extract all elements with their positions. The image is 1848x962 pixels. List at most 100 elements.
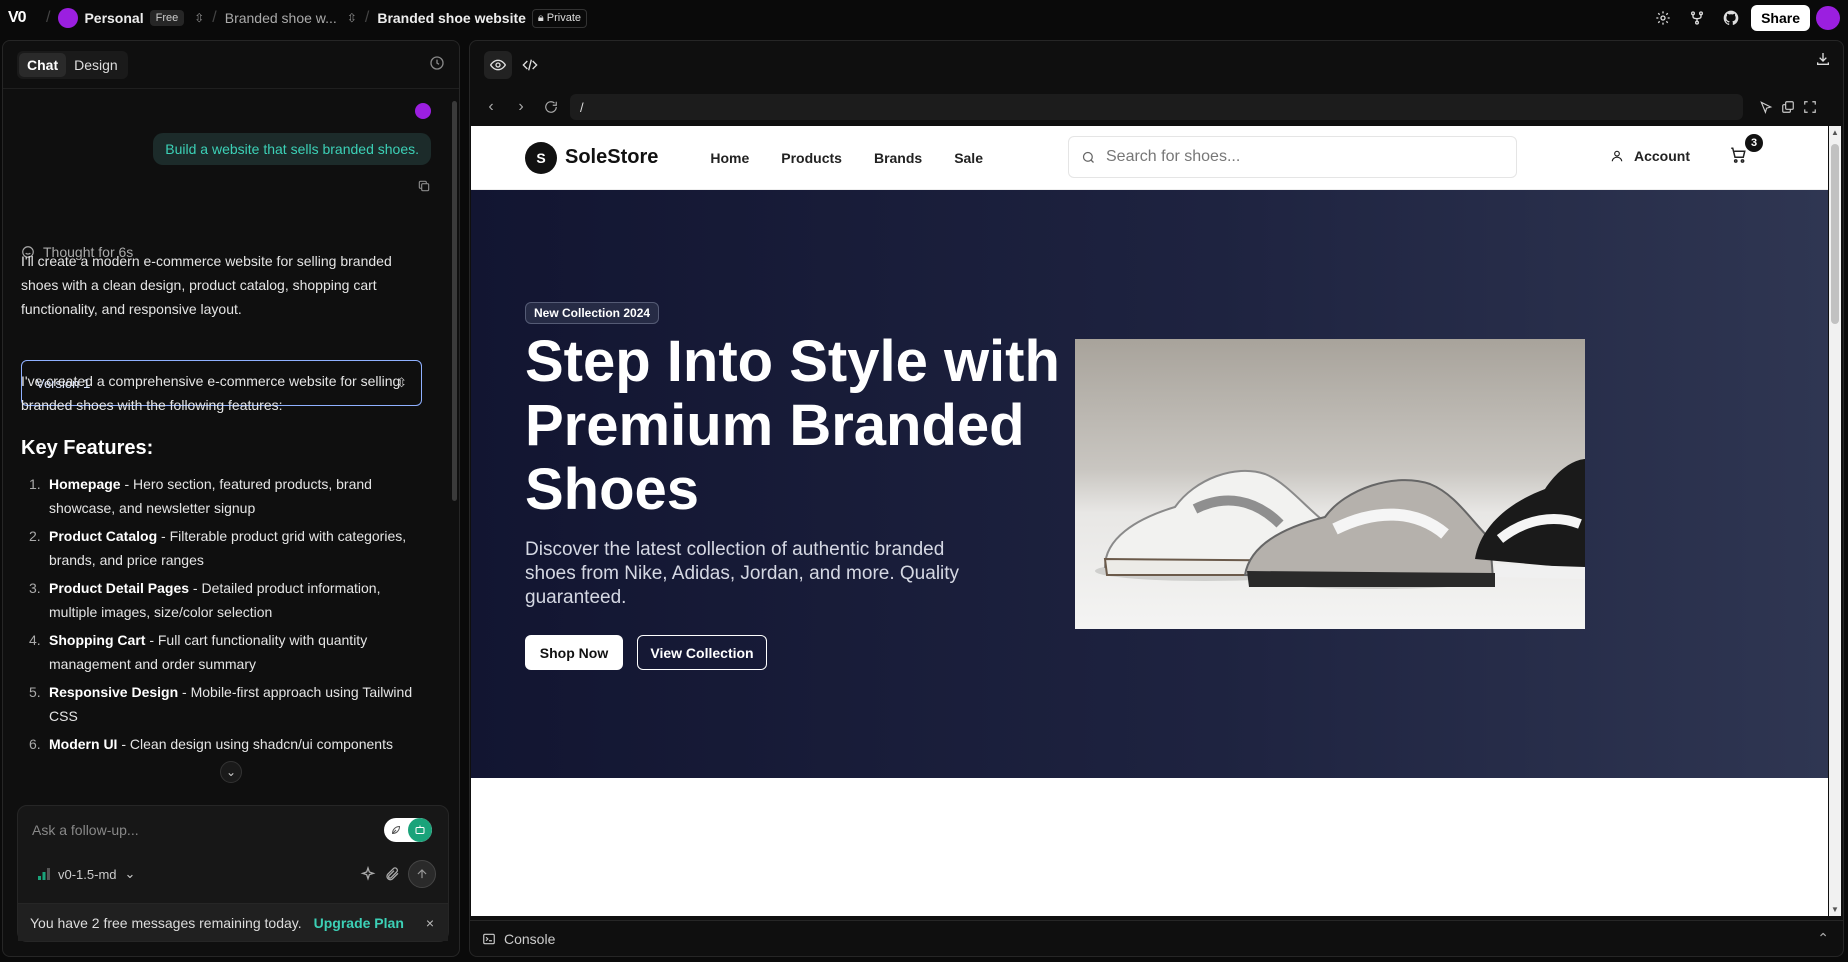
list-item: 1. Homepage - Hero section, featured prod… [21,472,431,520]
user-icon [1610,149,1624,163]
list-item: 3. Product Detail Pages - Detailed produc… [21,576,431,624]
divider: / [46,9,51,26]
download-icon[interactable] [1815,51,1831,67]
hero-section: New Collection 2024 Step Into Style with… [471,190,1828,778]
privacy-badge[interactable]: 🔒︎ Private [531,8,588,28]
preview-panel: ‹ › / S SoleStore Home Products Brands S… [469,40,1844,957]
assistant-intro: I'll create a modern e-commerce website … [21,253,392,317]
sparkles-icon[interactable] [360,866,376,882]
robot-icon[interactable] [408,818,432,842]
nav-link-home[interactable]: Home [710,150,749,166]
composer-actions [360,860,436,888]
account-label: Account [1634,148,1690,164]
github-icon[interactable] [1717,4,1745,32]
forward-arrow-icon[interactable]: › [510,98,532,116]
chat-scrollbar[interactable] [452,101,457,501]
terminal-icon [482,932,496,946]
close-icon[interactable]: × [426,915,434,931]
cursor-select-icon[interactable] [1759,100,1773,114]
cart-icon[interactable] [1729,146,1747,164]
hero-title: Step Into Style with Premium Branded Sho… [525,329,1060,522]
v0-logo[interactable]: V0 [8,9,38,27]
scroll-down-chevron-icon[interactable]: ⌄ [220,761,242,783]
divider: / [364,9,370,26]
site-logo[interactable]: S SoleStore [525,141,659,174]
expand-up-icon[interactable]: ⌃ [1817,930,1829,947]
console-bar[interactable]: Console ⌃ [470,920,1843,956]
preview-scrollbar[interactable]: ▲ ▼ [1829,126,1841,916]
mode-toggle[interactable] [384,818,432,842]
console-label: Console [504,930,556,947]
list-item: 6. Modern UI - Clean design using shadcn/… [21,732,431,756]
fork-icon[interactable] [1683,4,1711,32]
scroll-down-icon[interactable]: ▼ [1831,905,1839,914]
topbar-actions: Share [1649,4,1840,32]
user-avatar[interactable] [1816,6,1840,30]
send-arrow-up-icon[interactable] [408,860,436,888]
view-collection-button[interactable]: View Collection [637,635,767,670]
nav-link-brands[interactable]: Brands [874,150,922,166]
account-button[interactable]: Account [1610,148,1690,164]
project-title[interactable]: Branded shoe website 🔒︎ Private [377,8,588,28]
shoe-search-input[interactable]: Search for shoes... [1068,136,1517,178]
message-composer: Ask a follow-up... v0-1.5-md ⌄ You have … [17,805,449,942]
site-navbar: S SoleStore Home Products Brands Sale Se… [471,126,1828,190]
divider: / [212,9,217,26]
settings-gear-icon[interactable] [1649,4,1677,32]
list-number: 2. [29,528,41,544]
scroll-up-icon[interactable]: ▲ [1831,128,1839,137]
chat-panel: Chat Design Build a website that sells b… [2,40,460,957]
chevron-down-icon: ⌄ [124,866,136,881]
privacy-label: Private [546,12,582,24]
tab-chat[interactable]: Chat [19,52,67,77]
back-arrow-icon[interactable]: ‹ [480,98,502,116]
chat-messages: Build a website that sells branded shoes… [3,89,459,799]
leaf-icon[interactable] [384,818,408,842]
nav-link-sale[interactable]: Sale [954,150,983,166]
refresh-icon[interactable] [540,100,562,114]
new-window-icon[interactable] [1781,100,1795,114]
code-icon[interactable] [516,51,544,79]
search-placeholder: Search for shoes... [1106,148,1241,165]
features-heading: Key Features: [21,437,154,459]
tab-design[interactable]: Design [66,53,126,77]
site-nav-links: Home Products Brands Sale [710,150,983,166]
project-title-text: Branded shoe website [377,10,526,26]
logo-mark: S [525,141,557,174]
lock-icon: 🔒︎ [537,11,544,24]
search-icon [1081,150,1096,165]
url-actions [1759,100,1817,114]
feature-title: Product Catalog [49,528,158,544]
eye-icon[interactable] [484,51,512,79]
chevron-updown-icon: ⇳ [346,11,357,25]
nav-link-products[interactable]: Products [781,150,842,166]
user-message-avatar [415,103,431,119]
feature-desc: - Clean design using shadcn/ui component… [117,736,393,752]
history-icon[interactable] [429,55,445,71]
project-switcher[interactable]: Branded shoe w... ⇳ [225,10,357,26]
list-number: 4. [29,632,41,648]
chat-panel-header: Chat Design [3,41,459,89]
site-preview: S SoleStore Home Products Brands Sale Se… [471,126,1828,916]
free-messages-notice: You have 2 free messages remaining today… [18,903,448,941]
share-button[interactable]: Share [1751,5,1810,31]
copy-icon[interactable] [417,179,431,193]
assistant-summary: I've created a comprehensive e-commerce … [21,373,401,413]
hero-subtitle: Discover the latest collection of authen… [525,539,960,608]
top-bar: V0 / Personal Free ⇳ / Branded shoe w...… [0,0,1848,36]
follow-up-input[interactable]: Ask a follow-up... [32,822,139,838]
url-input[interactable]: / [570,94,1743,120]
hero-shoes-image [1075,339,1585,629]
fullscreen-icon[interactable] [1803,100,1817,114]
shop-now-button[interactable]: Shop Now [525,635,623,670]
panel-tabs: Chat Design [17,50,128,79]
feature-title: Shopping Cart [49,632,146,648]
scrollbar-thumb[interactable] [1831,144,1839,324]
workspace-switcher[interactable]: Personal Free ⇳ [58,8,204,28]
list-number: 6. [29,736,41,752]
upgrade-plan-link[interactable]: Upgrade Plan [314,915,404,931]
model-selector[interactable]: v0-1.5-md ⌄ [38,866,135,882]
brand-name: SoleStore [565,146,659,168]
feature-title: Modern UI [49,736,118,752]
paperclip-icon[interactable] [384,866,400,882]
